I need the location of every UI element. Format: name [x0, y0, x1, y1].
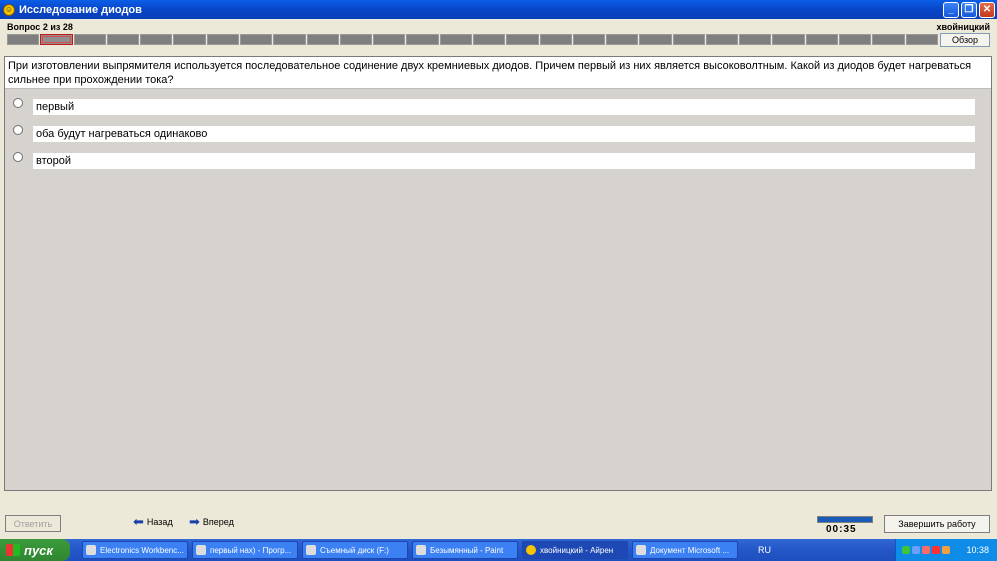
folder-icon [306, 545, 316, 555]
left-arrow-icon: ⬅ [133, 514, 144, 529]
answer-option[interactable]: первый [13, 98, 975, 115]
tray-icon[interactable] [922, 546, 930, 554]
tray-icon[interactable] [942, 546, 950, 554]
taskbar-item-label: первый нах) - Прогр... [210, 545, 292, 555]
windows-logo-icon [6, 544, 20, 556]
question-progress-cell[interactable] [339, 34, 373, 45]
question-panel: При изготовлении выпрямителя используетс… [4, 56, 992, 491]
title-bar: ☺ Исследование диодов _ ❐ ✕ [0, 0, 997, 19]
radio-button[interactable] [13, 152, 23, 162]
app-icon [526, 545, 536, 555]
question-progress-cell[interactable] [239, 34, 273, 45]
language-indicator[interactable]: RU [758, 545, 786, 555]
question-progress-cell[interactable] [472, 34, 506, 45]
question-progress-cell[interactable] [273, 34, 306, 45]
question-progress-cell[interactable] [539, 34, 572, 45]
taskbar-item-label: Документ Microsoft ... [650, 545, 730, 555]
taskbar: пуск Electronics Workbenc... первый нах)… [0, 539, 997, 561]
start-label: пуск [24, 542, 53, 558]
bottom-bar: Ответить ⬅ Назад ➡ Вперед 00:35 Завершит… [0, 497, 997, 539]
timer: 00:35 [826, 524, 857, 535]
question-progress-cell[interactable] [905, 34, 938, 45]
option-label: оба будут нагреваться одинаково [33, 126, 975, 142]
answer-option[interactable]: второй [13, 152, 975, 169]
taskbar-item-active[interactable]: хвойницкий - Айрен [522, 541, 628, 559]
answer-button[interactable]: Ответить [5, 515, 61, 532]
clock: 10:38 [966, 545, 989, 555]
taskbar-item-label: Electronics Workbenc... [100, 545, 184, 555]
taskbar-item[interactable]: первый нах) - Прогр... [192, 541, 298, 559]
close-button[interactable]: ✕ [979, 1, 995, 18]
question-progress-cell[interactable] [839, 34, 872, 45]
minimize-button[interactable]: _ [943, 1, 959, 18]
browse-button[interactable]: Обзор [940, 33, 990, 47]
question-progress-cell[interactable] [40, 34, 73, 45]
answer-option[interactable]: оба будут нагреваться одинаково [13, 125, 975, 142]
app-icon [196, 545, 206, 555]
taskbar-item-label: хвойницкий - Айрен [540, 545, 614, 555]
question-progress-cell[interactable] [406, 34, 439, 45]
taskbar-item-label: Безымянный - Paint [430, 545, 504, 555]
option-label: первый [33, 99, 975, 115]
option-label: второй [33, 153, 975, 169]
tray-icon[interactable] [912, 546, 920, 554]
start-button[interactable]: пуск [0, 539, 70, 561]
question-progress-cell[interactable] [173, 34, 206, 45]
question-progress-cell[interactable] [739, 34, 772, 45]
finish-button[interactable]: Завершить работу [884, 515, 990, 533]
test-header: Вопрос 2 из 28 хвойницкий Обзор [0, 19, 997, 56]
user-name: хвойницкий [936, 22, 990, 32]
question-progress [7, 34, 939, 45]
paint-icon [416, 545, 426, 555]
question-progress-cell[interactable] [705, 34, 739, 45]
forward-button[interactable]: ➡ Вперед [189, 514, 234, 529]
question-progress-cell[interactable] [439, 34, 472, 45]
question-progress-cell[interactable] [140, 34, 173, 45]
question-progress-cell[interactable] [805, 34, 839, 45]
taskbar-item[interactable]: Документ Microsoft ... [632, 541, 738, 559]
taskbar-item[interactable]: Electronics Workbenc... [82, 541, 188, 559]
tray-icon[interactable] [902, 546, 910, 554]
question-progress-cell[interactable] [506, 34, 539, 45]
back-button[interactable]: ⬅ Назад [133, 514, 173, 529]
system-tray: 10:38 [895, 539, 997, 561]
forward-label: Вперед [202, 517, 234, 527]
right-arrow-icon: ➡ [189, 514, 200, 529]
window-title: Исследование диодов [19, 3, 142, 16]
question-progress-cell[interactable] [73, 34, 106, 45]
question-progress-cell[interactable] [672, 34, 705, 45]
word-document-icon [636, 545, 646, 555]
question-progress-cell[interactable] [606, 34, 639, 45]
question-counter: Вопрос 2 из 28 [7, 22, 73, 32]
question-text: При изготовлении выпрямителя используетс… [5, 57, 991, 89]
maximize-button[interactable]: ❐ [961, 1, 977, 18]
taskbar-item[interactable]: Съемный диск (F:) [302, 541, 408, 559]
question-progress-cell[interactable] [872, 34, 905, 45]
back-label: Назад [146, 517, 173, 527]
question-progress-cell[interactable] [106, 34, 140, 45]
question-progress-cell[interactable] [639, 34, 672, 45]
app-icon: ☺ [3, 3, 15, 16]
tray-icon[interactable] [932, 546, 940, 554]
question-progress-cell[interactable] [373, 34, 406, 45]
taskbar-item[interactable]: Безымянный - Paint [412, 541, 518, 559]
question-progress-cell[interactable] [7, 34, 40, 45]
question-progress-cell[interactable] [206, 34, 239, 45]
question-progress-cell[interactable] [306, 34, 339, 45]
question-progress-cell[interactable] [572, 34, 606, 45]
radio-button[interactable] [13, 98, 23, 108]
timer-bar [817, 516, 873, 523]
question-progress-cell[interactable] [772, 34, 805, 45]
app-icon [86, 545, 96, 555]
taskbar-item-label: Съемный диск (F:) [320, 545, 389, 555]
radio-button[interactable] [13, 125, 23, 135]
